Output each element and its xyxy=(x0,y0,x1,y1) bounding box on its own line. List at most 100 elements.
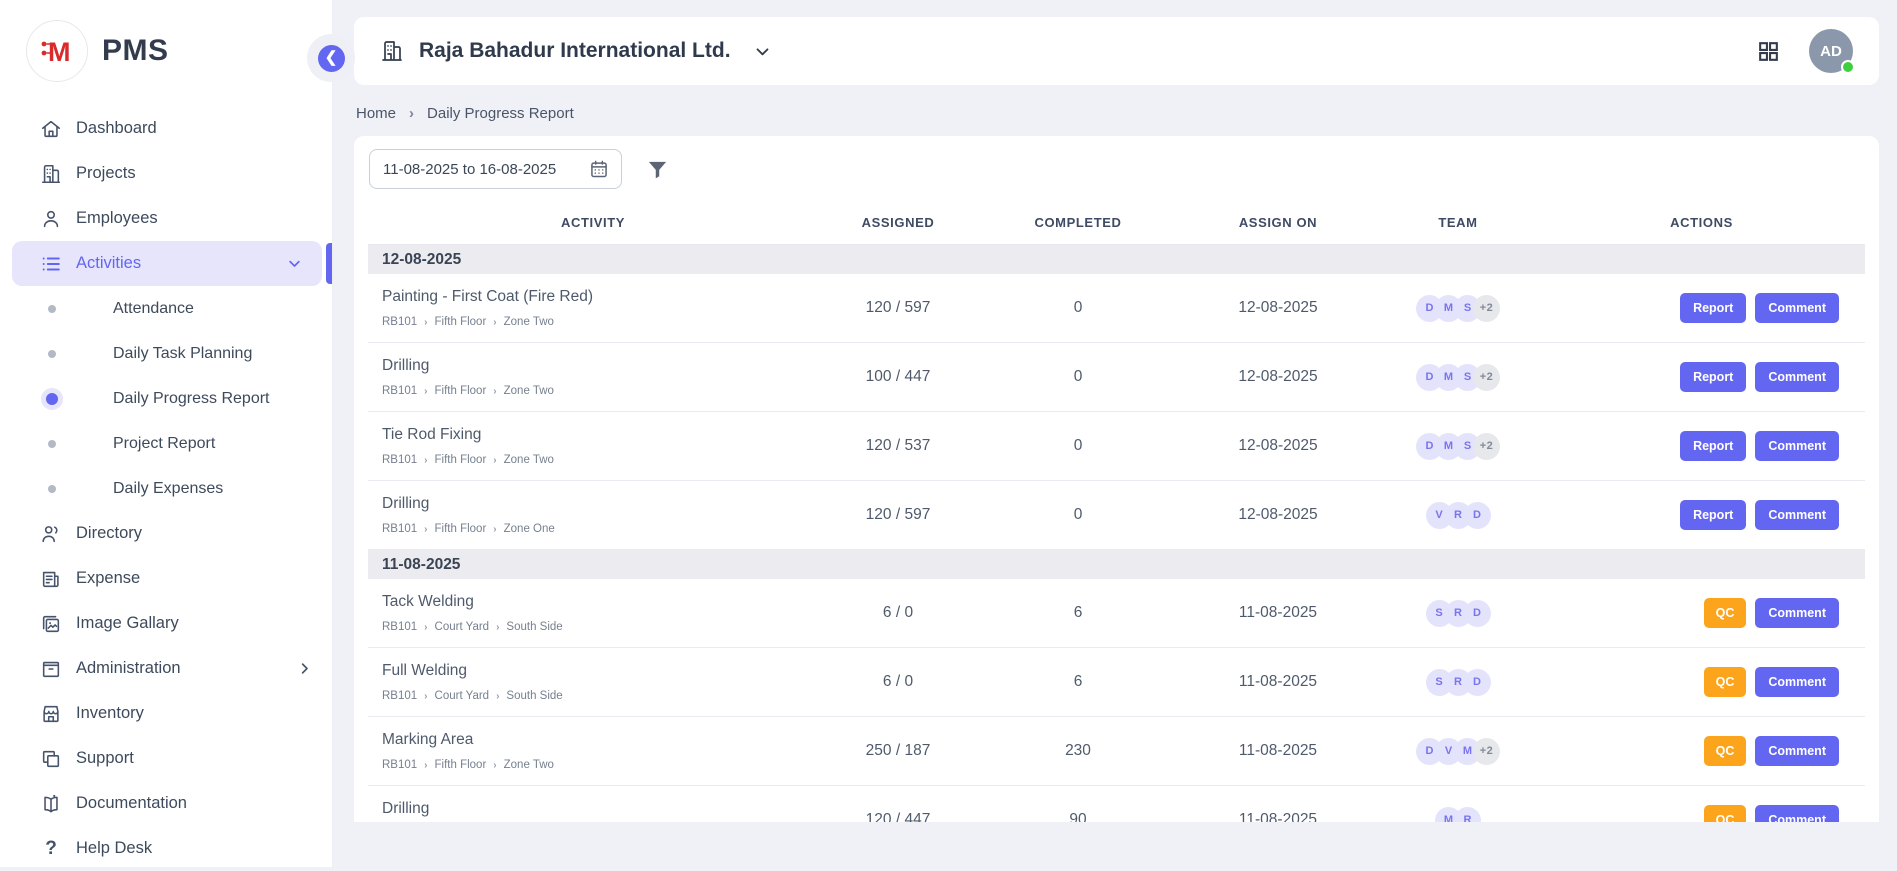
bullet-dot-icon xyxy=(48,485,56,493)
sidebar-item-label: Activities xyxy=(76,254,141,273)
sidebar-item-projects[interactable]: Projects xyxy=(0,151,332,196)
sidebar-item-label: Administration xyxy=(76,659,181,678)
team-avatar[interactable]: D xyxy=(1464,669,1491,696)
team-avatars: SRD xyxy=(1378,669,1538,696)
chevron-right-icon: › xyxy=(496,691,499,702)
row-actions: QC Comment xyxy=(1538,736,1865,766)
bullet-dot-icon xyxy=(48,350,56,358)
sidebar-subitem-daily-progress-report[interactable]: Daily Progress Report xyxy=(0,376,332,421)
apps-grid-icon[interactable] xyxy=(1756,39,1781,64)
comment-button[interactable]: Comment xyxy=(1755,598,1839,628)
company-name: Raja Bahadur International Ltd. xyxy=(419,39,731,63)
table-row: Drilling RB101›Fifth Floor›Zone Two 100 … xyxy=(368,343,1865,412)
completed-value: 0 xyxy=(978,437,1178,455)
chevron-right-icon: › xyxy=(493,455,496,466)
company-selector[interactable]: Raja Bahadur International Ltd. xyxy=(380,39,771,63)
breadcrumb-home-link[interactable]: Home xyxy=(356,105,396,122)
location-segment: RB101 xyxy=(382,523,417,535)
team-avatars: DMS+2 xyxy=(1378,295,1538,322)
report-button[interactable]: Report xyxy=(1680,500,1746,530)
company-logo-icon: M xyxy=(26,20,88,82)
sidebar-item-activities[interactable]: Activities xyxy=(12,241,322,286)
sidebar-item-dashboard[interactable]: Dashboard xyxy=(0,106,332,151)
sidebar-item-image-gallary[interactable]: Image Gallary xyxy=(0,601,332,646)
report-button[interactable]: Report xyxy=(1680,362,1746,392)
assign-on-date: 11-08-2025 xyxy=(1178,673,1378,691)
home-icon xyxy=(40,118,62,140)
comment-button[interactable]: Comment xyxy=(1755,431,1839,461)
activity-name: Painting - First Coat (Fire Red) xyxy=(382,288,810,306)
location-segment: Zone Two xyxy=(504,454,554,466)
collapse-sidebar-button[interactable]: ❮ xyxy=(307,34,355,82)
date-range-input[interactable]: 11-08-2025 to 16-08-2025 xyxy=(369,149,622,189)
date-range-value: 11-08-2025 to 16-08-2025 xyxy=(383,161,556,178)
activity-name: Marking Area xyxy=(382,731,810,749)
assign-on-date: 12-08-2025 xyxy=(1178,368,1378,386)
sidebar-subitem-daily-expenses[interactable]: Daily Expenses xyxy=(0,466,332,511)
user-avatar[interactable]: AD xyxy=(1809,29,1853,73)
report-button[interactable]: Report xyxy=(1680,293,1746,323)
row-actions: Report Comment xyxy=(1538,293,1865,323)
table-row: Drilling RB101›Fifth Floor›Zone One 120 … xyxy=(368,481,1865,550)
comment-button[interactable]: Comment xyxy=(1755,500,1839,530)
qc-button[interactable]: QC xyxy=(1704,736,1747,766)
sidebar-subitem-attendance[interactable]: Attendance xyxy=(0,286,332,331)
sidebar-item-documentation[interactable]: Documentation xyxy=(0,781,332,826)
team-avatar[interactable]: R xyxy=(1454,807,1481,823)
sidebar-item-help-desk[interactable]: ? Help Desk xyxy=(0,826,332,871)
location-segment: Fifth Floor xyxy=(435,454,487,466)
sidebar-item-employees[interactable]: Employees xyxy=(0,196,332,241)
table-row: Full Welding RB101›Court Yard›South Side… xyxy=(368,648,1865,717)
row-actions: QC Comment xyxy=(1538,805,1865,822)
location-segment: South Side xyxy=(506,621,562,633)
comment-button[interactable]: Comment xyxy=(1755,362,1839,392)
qc-button[interactable]: QC xyxy=(1704,598,1747,628)
assigned-value: 120 / 537 xyxy=(818,437,978,455)
team-more-badge[interactable]: +2 xyxy=(1473,738,1500,765)
team-more-badge[interactable]: +2 xyxy=(1473,433,1500,460)
table-row: Marking Area RB101›Fifth Floor›Zone Two … xyxy=(368,717,1865,786)
sidebar-item-support[interactable]: Support xyxy=(0,736,332,781)
team-avatar[interactable]: D xyxy=(1464,600,1491,627)
location-segment: RB101 xyxy=(382,759,417,771)
people-icon xyxy=(40,523,62,545)
team-more-badge[interactable]: +2 xyxy=(1473,295,1500,322)
sidebar-subitem-daily-task-planning[interactable]: Daily Task Planning xyxy=(0,331,332,376)
location-segment: Fifth Floor xyxy=(435,523,487,535)
team-more-badge[interactable]: +2 xyxy=(1473,364,1500,391)
assigned-value: 6 / 0 xyxy=(818,604,978,622)
comment-button[interactable]: Comment xyxy=(1755,736,1839,766)
row-actions: Report Comment xyxy=(1538,362,1865,392)
chevron-down-icon xyxy=(287,256,302,271)
report-button[interactable]: Report xyxy=(1680,431,1746,461)
qc-button[interactable]: QC xyxy=(1704,805,1747,822)
main-area: Raja Bahadur International Ltd. AD Home … xyxy=(334,17,1897,871)
group-date: 12-08-2025 xyxy=(382,251,461,269)
online-status-dot xyxy=(1841,60,1855,74)
comment-button[interactable]: Comment xyxy=(1755,805,1839,822)
chevron-right-icon: › xyxy=(424,760,427,771)
chevron-right-icon: › xyxy=(493,760,496,771)
chevron-right-icon: › xyxy=(424,455,427,466)
qc-button[interactable]: QC xyxy=(1704,667,1747,697)
location-segment: RB101 xyxy=(382,690,417,702)
sidebar-item-directory[interactable]: Directory xyxy=(0,511,332,556)
app-title: PMS xyxy=(102,34,169,68)
sidebar-item-administration[interactable]: Administration xyxy=(0,646,332,691)
assign-on-date: 12-08-2025 xyxy=(1178,506,1378,524)
team-avatar[interactable]: D xyxy=(1464,502,1491,529)
sidebar-item-expense[interactable]: Expense xyxy=(0,556,332,601)
team-avatars: DMS+2 xyxy=(1378,433,1538,460)
comment-button[interactable]: Comment xyxy=(1755,293,1839,323)
sidebar-subitem-project-report[interactable]: Project Report xyxy=(0,421,332,466)
sidebar-item-inventory[interactable]: Inventory xyxy=(0,691,332,736)
bullet-dot-icon xyxy=(48,440,56,448)
activity-location: RB101›Court Yard›South Side xyxy=(382,690,810,702)
assign-on-date: 11-08-2025 xyxy=(1178,604,1378,622)
team-avatars: DVM+2 xyxy=(1378,738,1538,765)
comment-button[interactable]: Comment xyxy=(1755,667,1839,697)
completed-value: 6 xyxy=(978,604,1178,622)
completed-value: 230 xyxy=(978,742,1178,760)
completed-value: 6 xyxy=(978,673,1178,691)
filter-icon[interactable] xyxy=(646,158,669,181)
